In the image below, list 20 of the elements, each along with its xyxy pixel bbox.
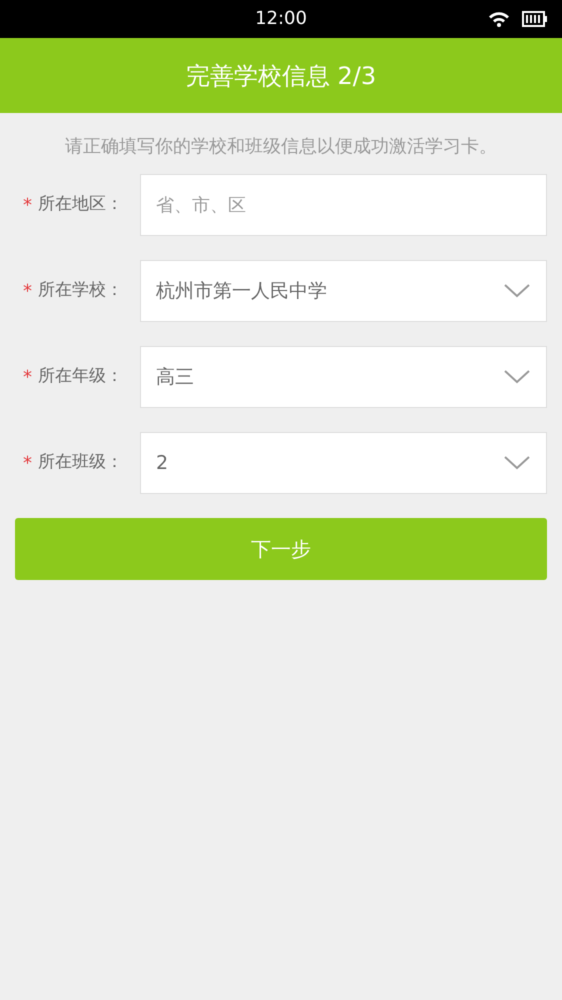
region-input[interactable]: 省、市、区 [140, 174, 547, 236]
required-mark: * [23, 366, 32, 390]
instruction-text: 请正确填写你的学校和班级信息以便成功激活学习卡。 [64, 135, 498, 159]
chevron-down-icon [503, 455, 531, 471]
select-field[interactable]: 高三 [140, 346, 547, 408]
wifi-icon [488, 11, 510, 27]
field-label: 所在班级： [38, 451, 123, 474]
field-label: 所在学校： [38, 279, 123, 302]
required-mark: * [23, 194, 32, 218]
header-title: 完善学校信息 2/3 [186, 60, 376, 92]
select-field[interactable]: 杭州市第一人民中学 [140, 260, 547, 322]
required-mark: * [23, 280, 32, 304]
field-label: 所在年级： [38, 365, 123, 388]
chevron-down-icon [503, 283, 531, 299]
battery-icon [522, 11, 548, 27]
status-time: 12:00 [255, 7, 307, 31]
field-label: 所在地区： [38, 193, 123, 216]
select-field[interactable]: 2 [140, 432, 547, 494]
required-mark: * [23, 452, 32, 476]
chevron-down-icon [503, 369, 531, 385]
